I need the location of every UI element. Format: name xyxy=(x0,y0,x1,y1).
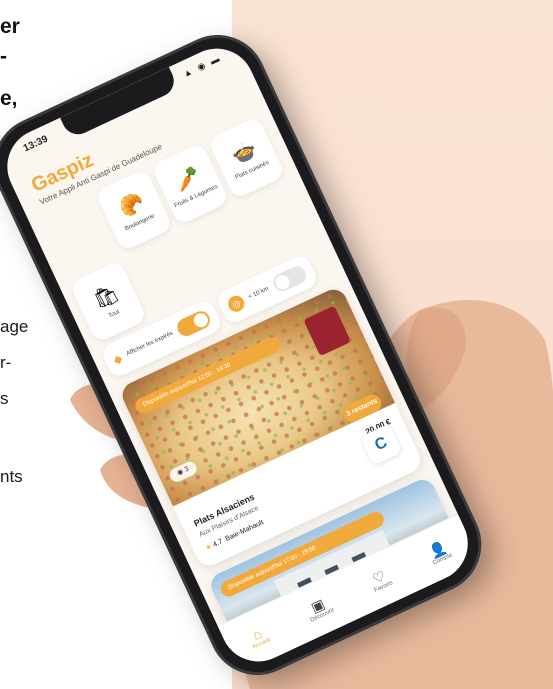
tab-home[interactable]: ⌂ Accueil xyxy=(245,623,272,651)
tag-icon: ◆ xyxy=(111,352,125,367)
tab-favorites[interactable]: ♡ Favoris xyxy=(367,566,394,594)
tab-account[interactable]: 👤 Compte xyxy=(425,538,454,567)
expired-filter-label: Afficher les expirés xyxy=(125,330,175,358)
expired-toggle[interactable] xyxy=(174,308,213,339)
rating-value: 4.7 xyxy=(212,538,224,549)
distance-toggle[interactable] xyxy=(270,263,309,295)
status-icons: ▲ ◉ ▬ xyxy=(181,52,223,80)
category-row: 🥐 Boulangerie 🥕 Fruits & Légumes 🍲 Plats… xyxy=(94,115,286,252)
status-time: 13:39 xyxy=(21,133,50,155)
distance-filter-label: < 10 km xyxy=(247,285,270,301)
category-label: Tout xyxy=(107,309,121,320)
offer-rating: ★ 4.7 Baie-Mahault xyxy=(204,518,265,552)
location-icon: ◎ xyxy=(225,293,247,315)
tab-discover[interactable]: ▣ Découvrir xyxy=(303,593,335,623)
